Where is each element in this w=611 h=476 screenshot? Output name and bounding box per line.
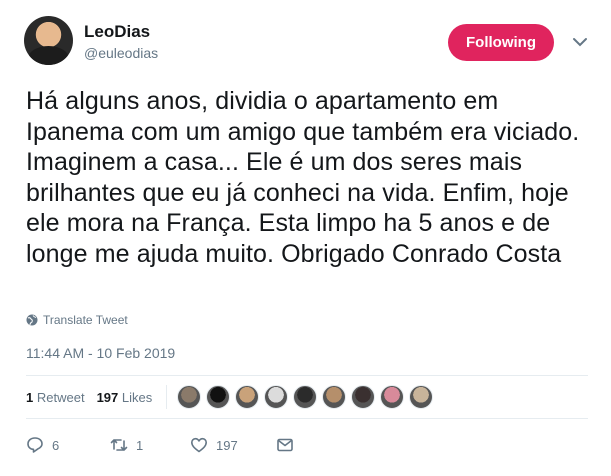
author-handle[interactable]: @euleodias — [84, 45, 158, 61]
tweet-timestamp[interactable]: 11:44 AM - 10 Feb 2019 — [26, 345, 175, 361]
liker-avatar[interactable] — [380, 385, 405, 409]
envelope-icon — [277, 438, 293, 452]
liker-avatar[interactable] — [235, 385, 260, 409]
liker-avatars — [177, 385, 434, 409]
chevron-down-icon[interactable] — [570, 34, 590, 50]
tweet-text: Há alguns anos, dividia o apartamento em… — [26, 87, 580, 268]
liker-avatar[interactable] — [206, 385, 231, 409]
reply-count: 6 — [52, 437, 60, 453]
divider — [26, 375, 588, 376]
tweet-header: LeoDias @euleodias Following — [24, 16, 599, 72]
liker-avatar[interactable] — [409, 385, 434, 409]
liker-avatar[interactable] — [264, 385, 289, 409]
heart-icon — [191, 437, 207, 453]
retweet-icon — [110, 439, 128, 451]
stats-separator — [166, 385, 168, 409]
translate-label[interactable]: Translate Tweet — [43, 313, 128, 327]
retweets-stat[interactable]: 1 Retweet — [26, 390, 85, 405]
like-count: 197 — [216, 437, 238, 453]
tweet-actions: 6 1 197 — [26, 430, 294, 460]
likes-count: 197 — [96, 389, 119, 405]
author-name[interactable]: LeoDias — [84, 22, 150, 42]
reply-icon — [27, 437, 43, 453]
retweet-button[interactable]: 1 — [110, 436, 190, 454]
liker-avatar[interactable] — [351, 385, 376, 409]
liker-avatar[interactable] — [293, 385, 318, 409]
tweet-stats: 1 Retweet 197 Likes — [26, 378, 434, 416]
translate-tweet-link[interactable]: Translate Tweet — [26, 313, 128, 327]
retweet-count: 1 — [136, 437, 144, 453]
liker-avatar[interactable] — [322, 385, 347, 409]
reply-button[interactable]: 6 — [26, 436, 110, 454]
following-button[interactable]: Following — [448, 24, 554, 61]
direct-message-button[interactable] — [276, 436, 294, 454]
author-avatar[interactable] — [24, 16, 73, 65]
globe-icon — [26, 314, 38, 326]
like-button[interactable]: 197 — [190, 436, 276, 454]
divider — [26, 418, 588, 419]
liker-avatar[interactable] — [177, 385, 202, 409]
retweets-label: Retweet — [36, 389, 85, 405]
likes-label: Likes — [121, 389, 153, 405]
retweets-count: 1 — [26, 389, 34, 405]
likes-stat[interactable]: 197 Likes — [97, 390, 153, 405]
